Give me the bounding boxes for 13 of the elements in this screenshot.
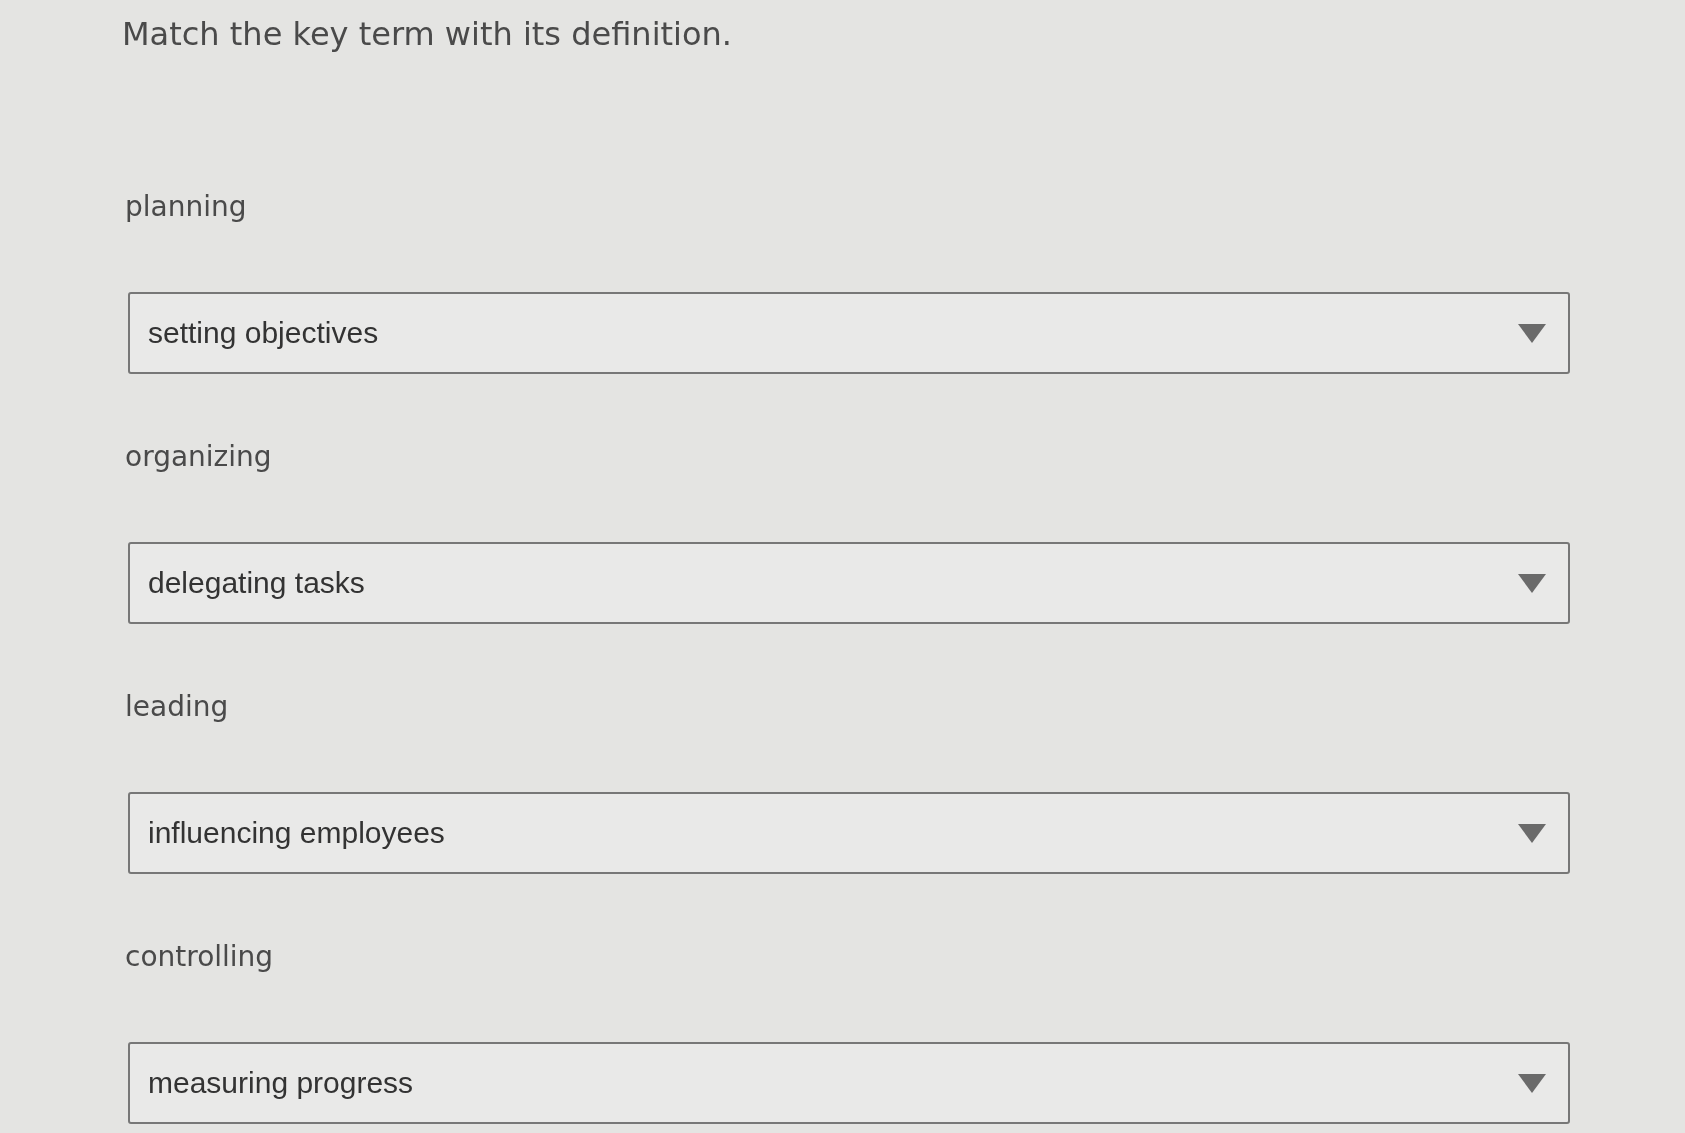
caret-icon — [1518, 323, 1546, 343]
caret-icon — [1518, 1073, 1546, 1093]
caret-icon — [1518, 573, 1546, 593]
term-label: controlling — [125, 939, 274, 975]
caret-icon — [1518, 823, 1546, 843]
dropdown[interactable]: delegating tasks — [128, 542, 1570, 624]
dropdown[interactable]: setting objectives — [128, 292, 1570, 374]
question-prompt: Match the key term with its definition. — [122, 14, 732, 54]
term-label: planning — [125, 189, 247, 225]
dropdown[interactable]: measuring progress — [128, 1042, 1570, 1124]
dropdown[interactable]: influencing employees — [128, 792, 1570, 874]
term-label: organizing — [125, 439, 272, 475]
term-label: leading — [125, 689, 229, 725]
